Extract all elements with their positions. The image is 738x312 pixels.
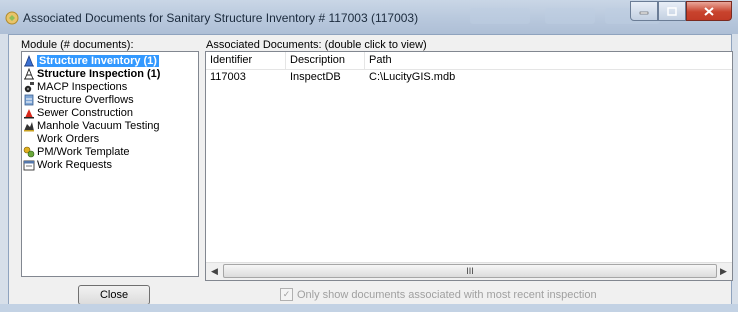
- module-item-label: Sewer Construction: [37, 106, 133, 119]
- template-icon: [23, 146, 35, 157]
- scroll-thumb[interactable]: III: [223, 264, 717, 278]
- cell-identifier: 117003: [210, 71, 246, 83]
- table-row[interactable]: 117003 InspectDB C:\LucityGIS.mdb: [206, 70, 732, 85]
- module-item-macp-inspections[interactable]: MACP Inspections: [23, 80, 127, 93]
- overflow-icon: [24, 94, 34, 105]
- documents-grid[interactable]: Identifier Description Path 117003 Inspe…: [205, 51, 733, 281]
- recent-inspection-checkbox[interactable]: ✓ Only show documents associated with mo…: [280, 288, 597, 301]
- scroll-left-arrow-icon[interactable]: ◀: [206, 263, 223, 280]
- close-icon: [704, 6, 714, 16]
- maximize-button[interactable]: [658, 1, 686, 21]
- minimize-button[interactable]: [630, 1, 658, 21]
- module-item-structure-inventory[interactable]: Structure Inventory (1): [23, 54, 159, 67]
- module-item-label: Manhole Vacuum Testing: [37, 119, 160, 132]
- module-item-label: Work Requests: [37, 158, 112, 171]
- background-window-ghost: [545, 8, 595, 24]
- maximize-icon: [667, 6, 677, 16]
- column-header-path[interactable]: Path: [365, 52, 732, 69]
- checkbox-check-icon: ✓: [280, 288, 293, 301]
- column-header-description[interactable]: Description: [286, 52, 365, 69]
- cell-description: InspectDB: [290, 71, 341, 83]
- window-title: Associated Documents for Sanitary Struct…: [23, 11, 419, 25]
- title-bar: Associated Documents for Sanitary Struct…: [0, 0, 738, 34]
- module-item-sewer-construction[interactable]: Sewer Construction: [23, 106, 133, 119]
- module-item-label: MACP Inspections: [37, 80, 128, 93]
- scroll-right-arrow-icon[interactable]: ▶: [715, 263, 732, 280]
- module-list-label: Module (# documents):: [21, 39, 134, 51]
- module-item-structure-inspection[interactable]: Structure Inspection (1): [23, 67, 160, 80]
- minimize-icon: [639, 11, 649, 15]
- module-item-pm-work-template[interactable]: PM/Work Template: [23, 145, 130, 158]
- window-bottom-frame: [0, 304, 738, 312]
- window-controls: [630, 1, 732, 21]
- structure-icon: [24, 54, 34, 66]
- close-button[interactable]: Close: [78, 285, 150, 305]
- module-item-structure-overflows[interactable]: Structure Overflows: [23, 93, 134, 106]
- dialog-body: Module (# documents): Associated Documen…: [8, 34, 733, 306]
- module-list[interactable]: Structure Inventory (1) Structure Inspec…: [21, 51, 199, 277]
- module-item-work-requests[interactable]: Work Requests: [23, 158, 112, 171]
- module-item-manhole-vacuum-testing[interactable]: Manhole Vacuum Testing: [23, 119, 160, 132]
- construction-icon: [24, 108, 34, 118]
- camera-icon: [24, 81, 34, 92]
- inspection-icon: [24, 67, 34, 79]
- documents-label: Associated Documents: (double click to v…: [206, 39, 427, 51]
- vacuum-icon: [24, 121, 34, 131]
- close-window-button[interactable]: [686, 1, 732, 21]
- module-item-label: Structure Overflows: [37, 93, 134, 106]
- app-icon: [5, 11, 19, 25]
- module-item-label: Structure Inspection (1): [37, 67, 161, 80]
- module-item-label: Work Orders: [37, 132, 100, 145]
- module-item-work-orders[interactable]: Work Orders: [37, 132, 99, 145]
- module-item-label: PM/Work Template: [37, 145, 130, 158]
- recent-inspection-label: Only show documents associated with most…: [297, 288, 597, 301]
- column-header-identifier[interactable]: Identifier: [206, 52, 286, 69]
- horizontal-scrollbar[interactable]: ◀ III ▶: [206, 262, 732, 280]
- cell-path: C:\LucityGIS.mdb: [369, 71, 456, 83]
- module-item-label: Structure Inventory (1): [37, 54, 159, 67]
- background-window-ghost: [470, 8, 530, 24]
- grid-header: Identifier Description Path: [206, 52, 732, 70]
- calendar-icon: [23, 160, 35, 170]
